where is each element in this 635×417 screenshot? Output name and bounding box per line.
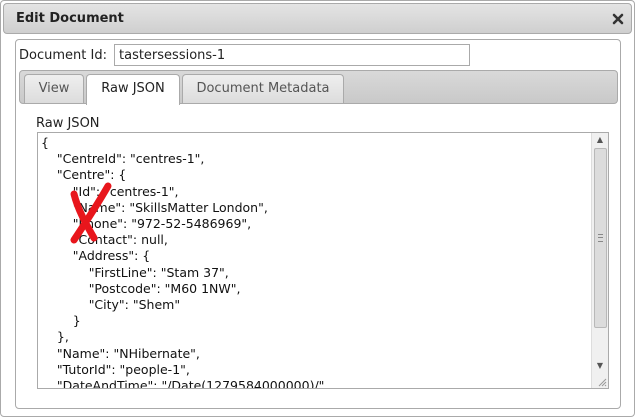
scroll-down-arrow-icon[interactable]: ▼ — [592, 359, 608, 373]
close-icon[interactable] — [611, 12, 625, 26]
tab-bar: View Raw JSON Document Metadata — [19, 70, 618, 105]
tab-raw-json[interactable]: Raw JSON — [86, 74, 180, 105]
tab-document-metadata[interactable]: Document Metadata — [182, 74, 344, 103]
scroll-thumb[interactable] — [594, 148, 607, 328]
dialog-titlebar[interactable]: Edit Document — [3, 3, 632, 34]
raw-json-textarea[interactable]: { "CentreId": "centres-1", "Centre": { "… — [37, 132, 609, 389]
document-id-input[interactable] — [114, 44, 470, 66]
edit-document-dialog: Edit Document Document Id: View Raw JSON… — [0, 0, 635, 417]
scroll-up-arrow-icon[interactable]: ▲ — [592, 133, 608, 147]
grip-icon — [598, 234, 603, 242]
tab-view[interactable]: View — [24, 74, 84, 103]
raw-json-content[interactable]: { "CentreId": "centres-1", "Centre": { "… — [41, 135, 328, 388]
document-id-label: Document Id: — [19, 48, 107, 63]
resize-grip-icon[interactable] — [596, 376, 607, 387]
raw-json-label: Raw JSON — [36, 116, 100, 131]
vertical-scrollbar[interactable]: ▲ ▼ — [591, 133, 608, 388]
dialog-title: Edit Document — [16, 11, 124, 26]
dialog-content: Document Id: View Raw JSON Document Meta… — [15, 39, 621, 409]
